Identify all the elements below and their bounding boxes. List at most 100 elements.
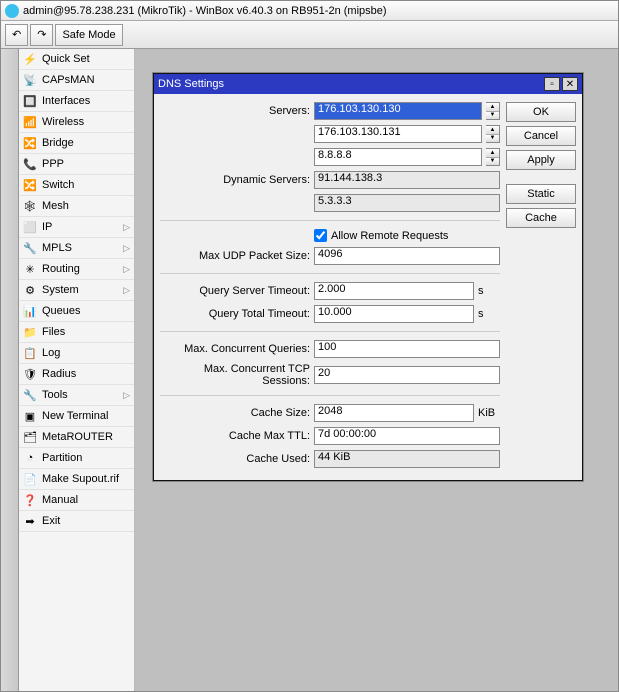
minimize-icon[interactable]: ▫ (544, 77, 560, 91)
cancel-button[interactable]: Cancel (506, 126, 576, 146)
sidebar-icon: ❓ (23, 493, 37, 507)
sidebar-icon: 📞 (23, 157, 37, 171)
unit-s: s (478, 308, 500, 320)
chevron-right-icon: ▷ (123, 264, 130, 275)
server1-spinner[interactable]: ▲▼ (486, 102, 500, 120)
sidebar-item-system[interactable]: ⚙System▷ (19, 280, 134, 301)
sidebar-item-label: Log (42, 347, 60, 359)
unit-kib: KiB (478, 407, 500, 419)
sidebar-item-mpls[interactable]: 🔧 MPLS ▷ (19, 238, 134, 259)
apply-button[interactable]: Apply (506, 150, 576, 170)
dialog-title: DNS Settings (158, 78, 224, 90)
sidebar-item-label: System (42, 284, 79, 296)
sidebar-item-metarouter[interactable]: 🗂MetaROUTER (19, 427, 134, 448)
sidebar-icon: 📶 (23, 115, 37, 129)
sidebar-item-bridge[interactable]: 🔀Bridge (19, 133, 134, 154)
sidebar-item-label: PPP (42, 158, 64, 170)
sidebar-item-interfaces[interactable]: 🔲 Interfaces (19, 91, 134, 112)
redo-button[interactable]: ↷ (30, 24, 53, 46)
sidebar-item-label: Quick Set (42, 53, 90, 65)
sidebar-icon: 📁 (23, 325, 37, 339)
sidebar-icon: 🗂 (23, 430, 37, 444)
sidebar-item-switch[interactable]: 🔀Switch (19, 175, 134, 196)
close-icon[interactable]: ✕ (562, 77, 578, 91)
sidebar-icon: 🔲 (23, 94, 37, 108)
allow-remote-checkbox[interactable] (314, 229, 327, 242)
static-button[interactable]: Static (506, 184, 576, 204)
sidebar-item-make-supout-rif[interactable]: 📄 Make Supout.rif (19, 469, 134, 490)
sidebar-icon: 📡 (23, 73, 37, 87)
sidebar-icon: 🕸 (23, 199, 37, 213)
server2-spinner[interactable]: ▲▼ (486, 125, 500, 143)
chevron-right-icon: ▷ (123, 222, 130, 233)
cache-used-value: 44 KiB (314, 450, 500, 468)
chevron-right-icon: ▷ (123, 243, 130, 254)
query-server-timeout-input[interactable]: 2.000 (314, 282, 474, 300)
sidebar-item-label: Mesh (42, 200, 69, 212)
sidebar-item-ip[interactable]: ⬜ IP ▷ (19, 217, 134, 238)
unit-s: s (478, 285, 500, 297)
sidebar-item-label: IP (42, 221, 52, 233)
sidebar-item-new-terminal[interactable]: ▣ New Terminal (19, 406, 134, 427)
sidebar-item-label: Wireless (42, 116, 84, 128)
sidebar-item-label: Bridge (42, 137, 74, 149)
sidebar-item-files[interactable]: 📁Files (19, 322, 134, 343)
sidebar-item-quick-set[interactable]: ⚡Quick Set (19, 49, 134, 70)
sidebar-item-partition[interactable]: ◔Partition (19, 448, 134, 469)
max-udp-input[interactable]: 4096 (314, 247, 500, 265)
query-total-timeout-input[interactable]: 10.000 (314, 305, 474, 323)
sidebar-item-label: Tools (42, 389, 68, 401)
max-concurrent-tcp-label: Max. Concurrent TCP Sessions: (160, 363, 310, 387)
chevron-right-icon: ▷ (123, 390, 130, 401)
sidebar-icon: 🛡 (23, 367, 37, 381)
dyn1-input: 91.144.138.3 (314, 171, 500, 189)
sidebar-item-mesh[interactable]: 🕸 Mesh (19, 196, 134, 217)
titlebar: admin@95.78.238.231 (MikroTik) - WinBox … (1, 1, 618, 21)
sidebar-item-label: MPLS (42, 242, 72, 254)
server2-input[interactable]: 176.103.130.131 (314, 125, 482, 143)
server3-spinner[interactable]: ▲▼ (486, 148, 500, 166)
sidebar-item-log[interactable]: 📋Log (19, 343, 134, 364)
sidebar-icon: ✳ (23, 262, 37, 276)
allow-remote-label: Allow Remote Requests (331, 230, 448, 242)
sidebar-item-manual[interactable]: ❓Manual (19, 490, 134, 511)
sidebar-item-label: New Terminal (42, 410, 108, 422)
dynamic-servers-label: Dynamic Servers: (160, 174, 310, 186)
server3-input[interactable]: 8.8.8.8 (314, 148, 482, 166)
sidebar-item-exit[interactable]: ➡Exit (19, 511, 134, 532)
sidebar-item-label: Exit (42, 515, 60, 527)
main-area: DNS Settings ▫ ✕ Servers: 176.103.130.13… (135, 49, 618, 691)
server1-input[interactable]: 176.103.130.130 (314, 102, 482, 120)
max-udp-label: Max UDP Packet Size: (160, 250, 310, 262)
sidebar-item-tools[interactable]: 🔧Tools▷ (19, 385, 134, 406)
safe-mode-button[interactable]: Safe Mode (55, 24, 122, 46)
sidebar-item-capsman[interactable]: 📡CAPsMAN (19, 70, 134, 91)
max-concurrent-tcp-input[interactable]: 20 (314, 366, 500, 384)
dyn2-input: 5.3.3.3 (314, 194, 500, 212)
sidebar-icon: ▣ (23, 409, 37, 423)
sidebar-item-label: Make Supout.rif (42, 473, 119, 485)
sidebar-icon: ⚙ (23, 283, 37, 297)
sidebar-icon: ⬜ (23, 220, 37, 234)
sidebar-icon: 📄 (23, 472, 37, 486)
ok-button[interactable]: OK (506, 102, 576, 122)
cache-max-ttl-input[interactable]: 7d 00:00:00 (314, 427, 500, 445)
cache-max-ttl-label: Cache Max TTL: (160, 430, 310, 442)
sidebar-item-label: Routing (42, 263, 80, 275)
sidebar-item-label: Partition (42, 452, 82, 464)
dialog-titlebar[interactable]: DNS Settings ▫ ✕ (154, 74, 582, 94)
sidebar-item-queues[interactable]: 📊Queues (19, 301, 134, 322)
cache-used-label: Cache Used: (160, 453, 310, 465)
undo-button[interactable]: ↶ (5, 24, 28, 46)
app-icon (5, 4, 19, 18)
sidebar-item-radius[interactable]: 🛡Radius (19, 364, 134, 385)
sidebar-item-ppp[interactable]: 📞 PPP (19, 154, 134, 175)
sidebar-icon: 🔧 (23, 241, 37, 255)
max-concurrent-queries-input[interactable]: 100 (314, 340, 500, 358)
sidebar-item-wireless[interactable]: 📶 Wireless (19, 112, 134, 133)
sidebar-item-routing[interactable]: ✳ Routing ▷ (19, 259, 134, 280)
query-total-timeout-label: Query Total Timeout: (160, 308, 310, 320)
cache-size-input[interactable]: 2048 (314, 404, 474, 422)
sidebar-item-label: Interfaces (42, 95, 90, 107)
cache-button[interactable]: Cache (506, 208, 576, 228)
